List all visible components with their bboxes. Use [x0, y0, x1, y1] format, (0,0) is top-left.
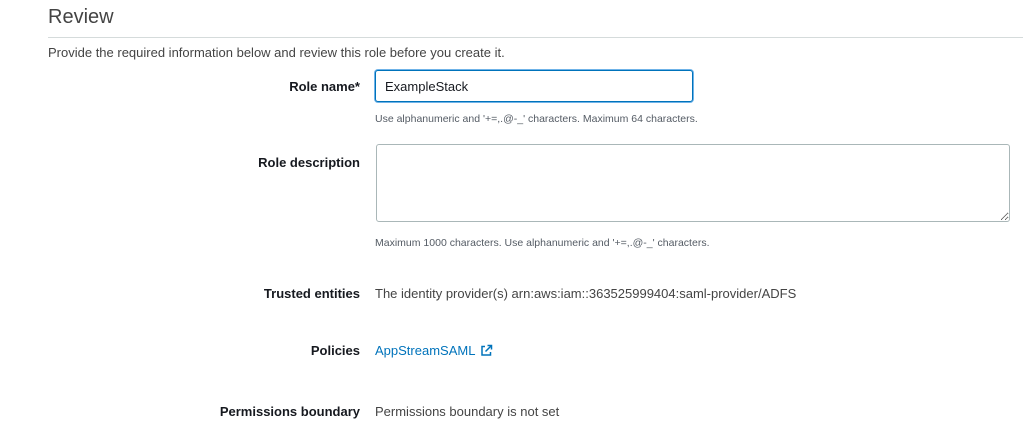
role-description-label: Role description [258, 155, 360, 170]
role-description-textarea[interactable] [376, 144, 1010, 222]
permissions-boundary-label: Permissions boundary [219, 404, 360, 419]
title-divider [48, 37, 1023, 38]
policies-label: Policies [310, 343, 360, 358]
role-name-input[interactable] [375, 70, 693, 102]
page-intro: Provide the required information below a… [48, 45, 505, 60]
trusted-entities-value: The identity provider(s) arn:aws:iam::36… [375, 286, 797, 301]
role-name-label: Role name* [289, 79, 360, 94]
trusted-entities-label: Trusted entities [263, 286, 360, 301]
page-title: Review [48, 6, 114, 28]
role-name-hint: Use alphanumeric and '+=,.@-_' character… [375, 113, 698, 125]
external-link-icon [480, 344, 493, 357]
permissions-boundary-value: Permissions boundary is not set [375, 404, 560, 419]
policy-link-appstreamsaml[interactable]: AppStreamSAML [375, 343, 493, 358]
policy-link-text: AppStreamSAML [375, 343, 476, 358]
role-description-hint: Maximum 1000 characters. Use alphanumeri… [375, 237, 710, 249]
